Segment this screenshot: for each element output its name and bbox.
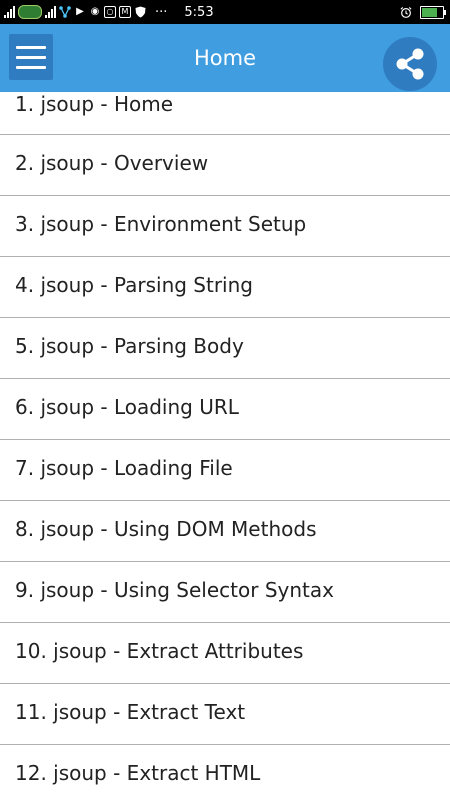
list-item-label: 7. jsoup - Loading File (15, 456, 233, 480)
gmail-icon: ▶ (76, 6, 84, 17)
share-button[interactable] (383, 37, 437, 91)
status-bar-right (400, 0, 446, 24)
list-item[interactable]: 2. jsoup - Overview (0, 135, 450, 196)
list-item[interactable]: 3. jsoup - Environment Setup (0, 196, 450, 257)
list-item[interactable]: 12. jsoup - Extract HTML (0, 745, 450, 800)
menu-button[interactable] (9, 34, 53, 80)
list-item[interactable]: 7. jsoup - Loading File (0, 440, 450, 501)
hamburger-menu-icon (16, 45, 46, 49)
list-item-label: 3. jsoup - Environment Setup (15, 212, 307, 236)
share-icon (396, 48, 424, 80)
shield-icon (134, 6, 146, 18)
status-clock: 5:53 (184, 4, 214, 20)
list-item-label: 6. jsoup - Loading URL (15, 395, 239, 419)
mail-icon: M (119, 6, 131, 18)
signal-icon (4, 6, 15, 18)
list-item-label: 10. jsoup - Extract Attributes (15, 639, 304, 663)
list-item[interactable]: 1. jsoup - Home (0, 92, 450, 135)
battery-icon (420, 5, 446, 19)
list-item-label: 1. jsoup - Home (15, 92, 174, 116)
network-share-icon (59, 6, 71, 18)
list-item-label: 2. jsoup - Overview (15, 151, 209, 175)
list-item[interactable]: 5. jsoup - Parsing Body (0, 318, 450, 379)
instagram-icon: ○ (104, 6, 116, 18)
signal-icon (45, 6, 56, 18)
list-item[interactable]: 11. jsoup - Extract Text (0, 684, 450, 745)
status-bar-left: ▶ ◉ ○ M ··· 5:53 (4, 0, 214, 24)
list-item-label: 11. jsoup - Extract Text (15, 700, 246, 724)
list-item[interactable]: 8. jsoup - Using DOM Methods (0, 501, 450, 562)
location-icon: ◉ (90, 6, 100, 17)
list-item[interactable]: 9. jsoup - Using Selector Syntax (0, 562, 450, 623)
list-item-label: 4. jsoup - Parsing String (15, 273, 253, 297)
list-item[interactable]: 4. jsoup - Parsing String (0, 257, 450, 318)
list-item-label: 12. jsoup - Extract HTML (15, 761, 261, 785)
app-bar: Home (0, 24, 450, 92)
more-notifications-indicator: ··· (155, 4, 168, 20)
topic-list: 1. jsoup - Home 2. jsoup - Overview 3. j… (0, 92, 450, 800)
alarm-icon (400, 6, 412, 18)
carrier-logo (18, 5, 42, 19)
list-item-label: 5. jsoup - Parsing Body (15, 334, 244, 358)
list-item-label: 9. jsoup - Using Selector Syntax (15, 578, 334, 602)
list-item-label: 8. jsoup - Using DOM Methods (15, 517, 317, 541)
list-item[interactable]: 10. jsoup - Extract Attributes (0, 623, 450, 684)
status-bar: ▶ ◉ ○ M ··· 5:53 (0, 0, 450, 24)
list-item[interactable]: 6. jsoup - Loading URL (0, 379, 450, 440)
